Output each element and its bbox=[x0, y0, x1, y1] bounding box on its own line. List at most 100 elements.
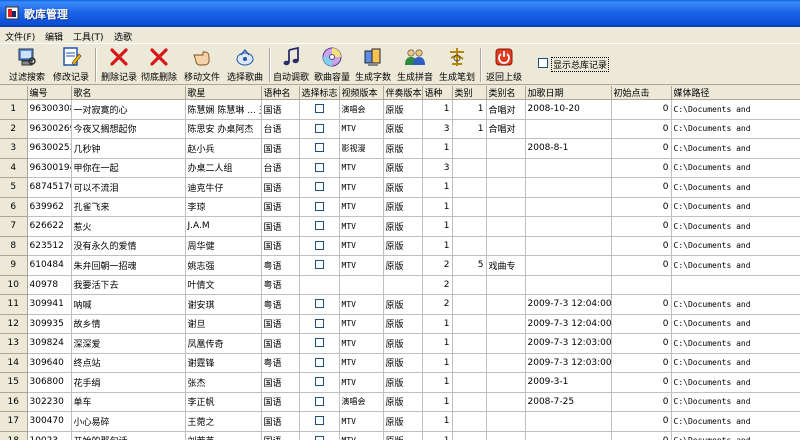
cell-category[interactable] bbox=[452, 411, 487, 432]
cell-category-name[interactable] bbox=[486, 197, 526, 217]
cell-lang-name[interactable]: 国语 bbox=[261, 236, 300, 256]
select-flag-checkbox[interactable] bbox=[314, 435, 324, 440]
cell-clicks[interactable]: 0 bbox=[611, 99, 672, 120]
cell-select-flag[interactable] bbox=[299, 314, 340, 334]
col-header-select-flag[interactable]: 选择标志 bbox=[299, 86, 340, 100]
cell-lang[interactable]: 2 bbox=[422, 275, 453, 295]
cell-video[interactable]: MTV bbox=[339, 255, 384, 276]
cell-date[interactable] bbox=[525, 177, 612, 198]
cell-id[interactable]: 96300308 bbox=[27, 99, 72, 120]
generate-strokes-button[interactable]: 生成笔划 bbox=[437, 46, 477, 84]
cell-song-name[interactable]: 甲你在一起 bbox=[71, 158, 186, 178]
cell-category-name[interactable]: 戏曲专 bbox=[486, 255, 526, 276]
row-number[interactable]: 9 bbox=[0, 255, 28, 276]
cell-select-flag[interactable] bbox=[299, 392, 340, 412]
cell-path[interactable]: C:\Documents and bbox=[671, 353, 800, 373]
table-row[interactable]: 7 626622 惹火 J.A.M 国语 MTV 原版 1 0 C:\Documents and bbox=[0, 216, 800, 237]
cell-path[interactable]: C:\Documents and bbox=[671, 99, 800, 120]
cell-category-name[interactable]: 合唱对 bbox=[486, 99, 526, 120]
cell-accomp[interactable]: 原版 bbox=[383, 138, 423, 159]
cell-path[interactable]: C:\Documents and bbox=[671, 216, 800, 237]
select-flag-checkbox[interactable] bbox=[314, 377, 324, 387]
cell-lang[interactable]: 1 bbox=[422, 431, 453, 440]
cell-select-flag[interactable] bbox=[299, 197, 340, 217]
table-row[interactable]: 12 309935 故乡情 谢旦 国语 MTV 原版 1 2009-7-3 12:04:00 0 C… bbox=[0, 314, 800, 334]
row-number[interactable]: 13 bbox=[0, 333, 28, 354]
cell-lang-name[interactable]: 国语 bbox=[261, 431, 300, 440]
cell-clicks[interactable]: 0 bbox=[611, 216, 672, 237]
generate-pinyin-button[interactable]: 生成拼音 bbox=[395, 46, 435, 84]
table-row[interactable]: 4 96300194 甲你在一起 办桌二人组 台语 MTV 原版 3 0 C:\Documents… bbox=[0, 158, 800, 178]
col-header-path[interactable]: 媒体路径 bbox=[671, 86, 800, 100]
cell-accomp[interactable]: 原版 bbox=[383, 353, 423, 373]
cell-song-name[interactable]: 几秒钟 bbox=[71, 138, 186, 159]
cell-lang-name[interactable]: 国语 bbox=[261, 177, 300, 198]
cell-category[interactable] bbox=[452, 138, 487, 159]
cell-category-name[interactable] bbox=[486, 353, 526, 373]
cell-lang-name[interactable]: 台语 bbox=[261, 158, 300, 178]
row-number[interactable]: 3 bbox=[0, 138, 28, 159]
cell-path[interactable]: C:\Documents and bbox=[671, 119, 800, 139]
cell-category[interactable] bbox=[452, 158, 487, 178]
select-flag-checkbox[interactable] bbox=[314, 221, 324, 231]
table-row[interactable]: 9 610484 朱弁回朝一招魂 姚志强 粤语 MTV 原版 2 5 戏曲专 0 C:\Documen… bbox=[0, 255, 800, 276]
cell-video[interactable]: MTV bbox=[339, 119, 384, 139]
cell-id[interactable]: 309941 bbox=[27, 294, 72, 315]
cell-singer[interactable]: 叶倩文 bbox=[185, 275, 262, 295]
cell-category-name[interactable] bbox=[486, 158, 526, 178]
cell-category-name[interactable] bbox=[486, 236, 526, 256]
select-flag-checkbox[interactable] bbox=[314, 182, 324, 192]
col-header-date[interactable]: 加歌日期 bbox=[525, 86, 612, 100]
cell-date[interactable]: 2009-7-3 12:04:00 bbox=[525, 314, 612, 334]
cell-video[interactable]: MTV bbox=[339, 158, 384, 178]
cell-singer[interactable]: 李琼 bbox=[185, 197, 262, 217]
cell-clicks[interactable]: 0 bbox=[611, 411, 672, 432]
cell-category[interactable] bbox=[452, 392, 487, 412]
cell-category[interactable] bbox=[452, 353, 487, 373]
cell-date[interactable] bbox=[525, 275, 612, 295]
cell-id[interactable]: 68745170 bbox=[27, 177, 72, 198]
cell-accomp[interactable]: 原版 bbox=[383, 158, 423, 178]
table-row[interactable]: 14 309640 终点站 谢霆锋 粤语 MTV 原版 1 2009-7-3 12:03:00 0… bbox=[0, 353, 800, 373]
cell-category[interactable] bbox=[452, 177, 487, 198]
cell-singer[interactable]: 谢霆锋 bbox=[185, 353, 262, 373]
cell-lang[interactable]: 1 bbox=[422, 99, 453, 120]
cell-id[interactable]: 96300269 bbox=[27, 119, 72, 139]
cell-category-name[interactable] bbox=[486, 138, 526, 159]
cell-category-name[interactable] bbox=[486, 333, 526, 354]
pick-song-button[interactable]: 选择歌曲 bbox=[224, 46, 266, 84]
col-header-category-name[interactable]: 类别名 bbox=[486, 86, 526, 100]
cell-song-name[interactable]: 单车 bbox=[71, 392, 186, 412]
cell-id[interactable]: 96300253 bbox=[27, 138, 72, 159]
table-row[interactable]: 10 40978 我要活下去 叶倩文 粤语 2 bbox=[0, 275, 800, 295]
cell-category[interactable] bbox=[452, 333, 487, 354]
select-flag-checkbox[interactable] bbox=[314, 201, 324, 211]
cell-id[interactable]: 40978 bbox=[27, 275, 72, 295]
cell-lang-name[interactable]: 国语 bbox=[261, 197, 300, 217]
select-flag-checkbox[interactable] bbox=[314, 123, 324, 133]
checkbox-box[interactable] bbox=[538, 58, 548, 68]
select-flag-checkbox[interactable] bbox=[314, 162, 324, 172]
cell-video[interactable]: MTV bbox=[339, 197, 384, 217]
cell-date[interactable] bbox=[525, 236, 612, 256]
cell-song-name[interactable]: 开始的那句话 bbox=[71, 431, 186, 440]
cell-lang[interactable]: 1 bbox=[422, 138, 453, 159]
cell-lang[interactable]: 1 bbox=[422, 314, 453, 334]
cell-clicks[interactable]: 0 bbox=[611, 158, 672, 178]
cell-song-name[interactable]: 花手绢 bbox=[71, 372, 186, 393]
cell-singer[interactable]: 陈慧娴 陈慧琳 ... 王杰 bbox=[185, 99, 262, 120]
cell-singer[interactable]: 办桌二人组 bbox=[185, 158, 262, 178]
select-flag-checkbox[interactable] bbox=[314, 416, 324, 426]
cell-date[interactable]: 2009-7-3 12:03:00 bbox=[525, 333, 612, 354]
select-flag-checkbox[interactable] bbox=[314, 338, 324, 348]
cell-accomp[interactable]: 原版 bbox=[383, 294, 423, 315]
col-header-id[interactable]: 编号 bbox=[27, 86, 72, 100]
cell-id[interactable]: 626622 bbox=[27, 216, 72, 237]
cell-accomp[interactable]: 原版 bbox=[383, 99, 423, 120]
cell-date[interactable] bbox=[525, 411, 612, 432]
cell-id[interactable]: 309824 bbox=[27, 333, 72, 354]
cell-lang-name[interactable]: 粤语 bbox=[261, 255, 300, 276]
cell-category-name[interactable] bbox=[486, 314, 526, 334]
cell-path[interactable]: C:\Documents and bbox=[671, 431, 800, 440]
cell-video[interactable]: 演唱会 bbox=[339, 99, 384, 120]
